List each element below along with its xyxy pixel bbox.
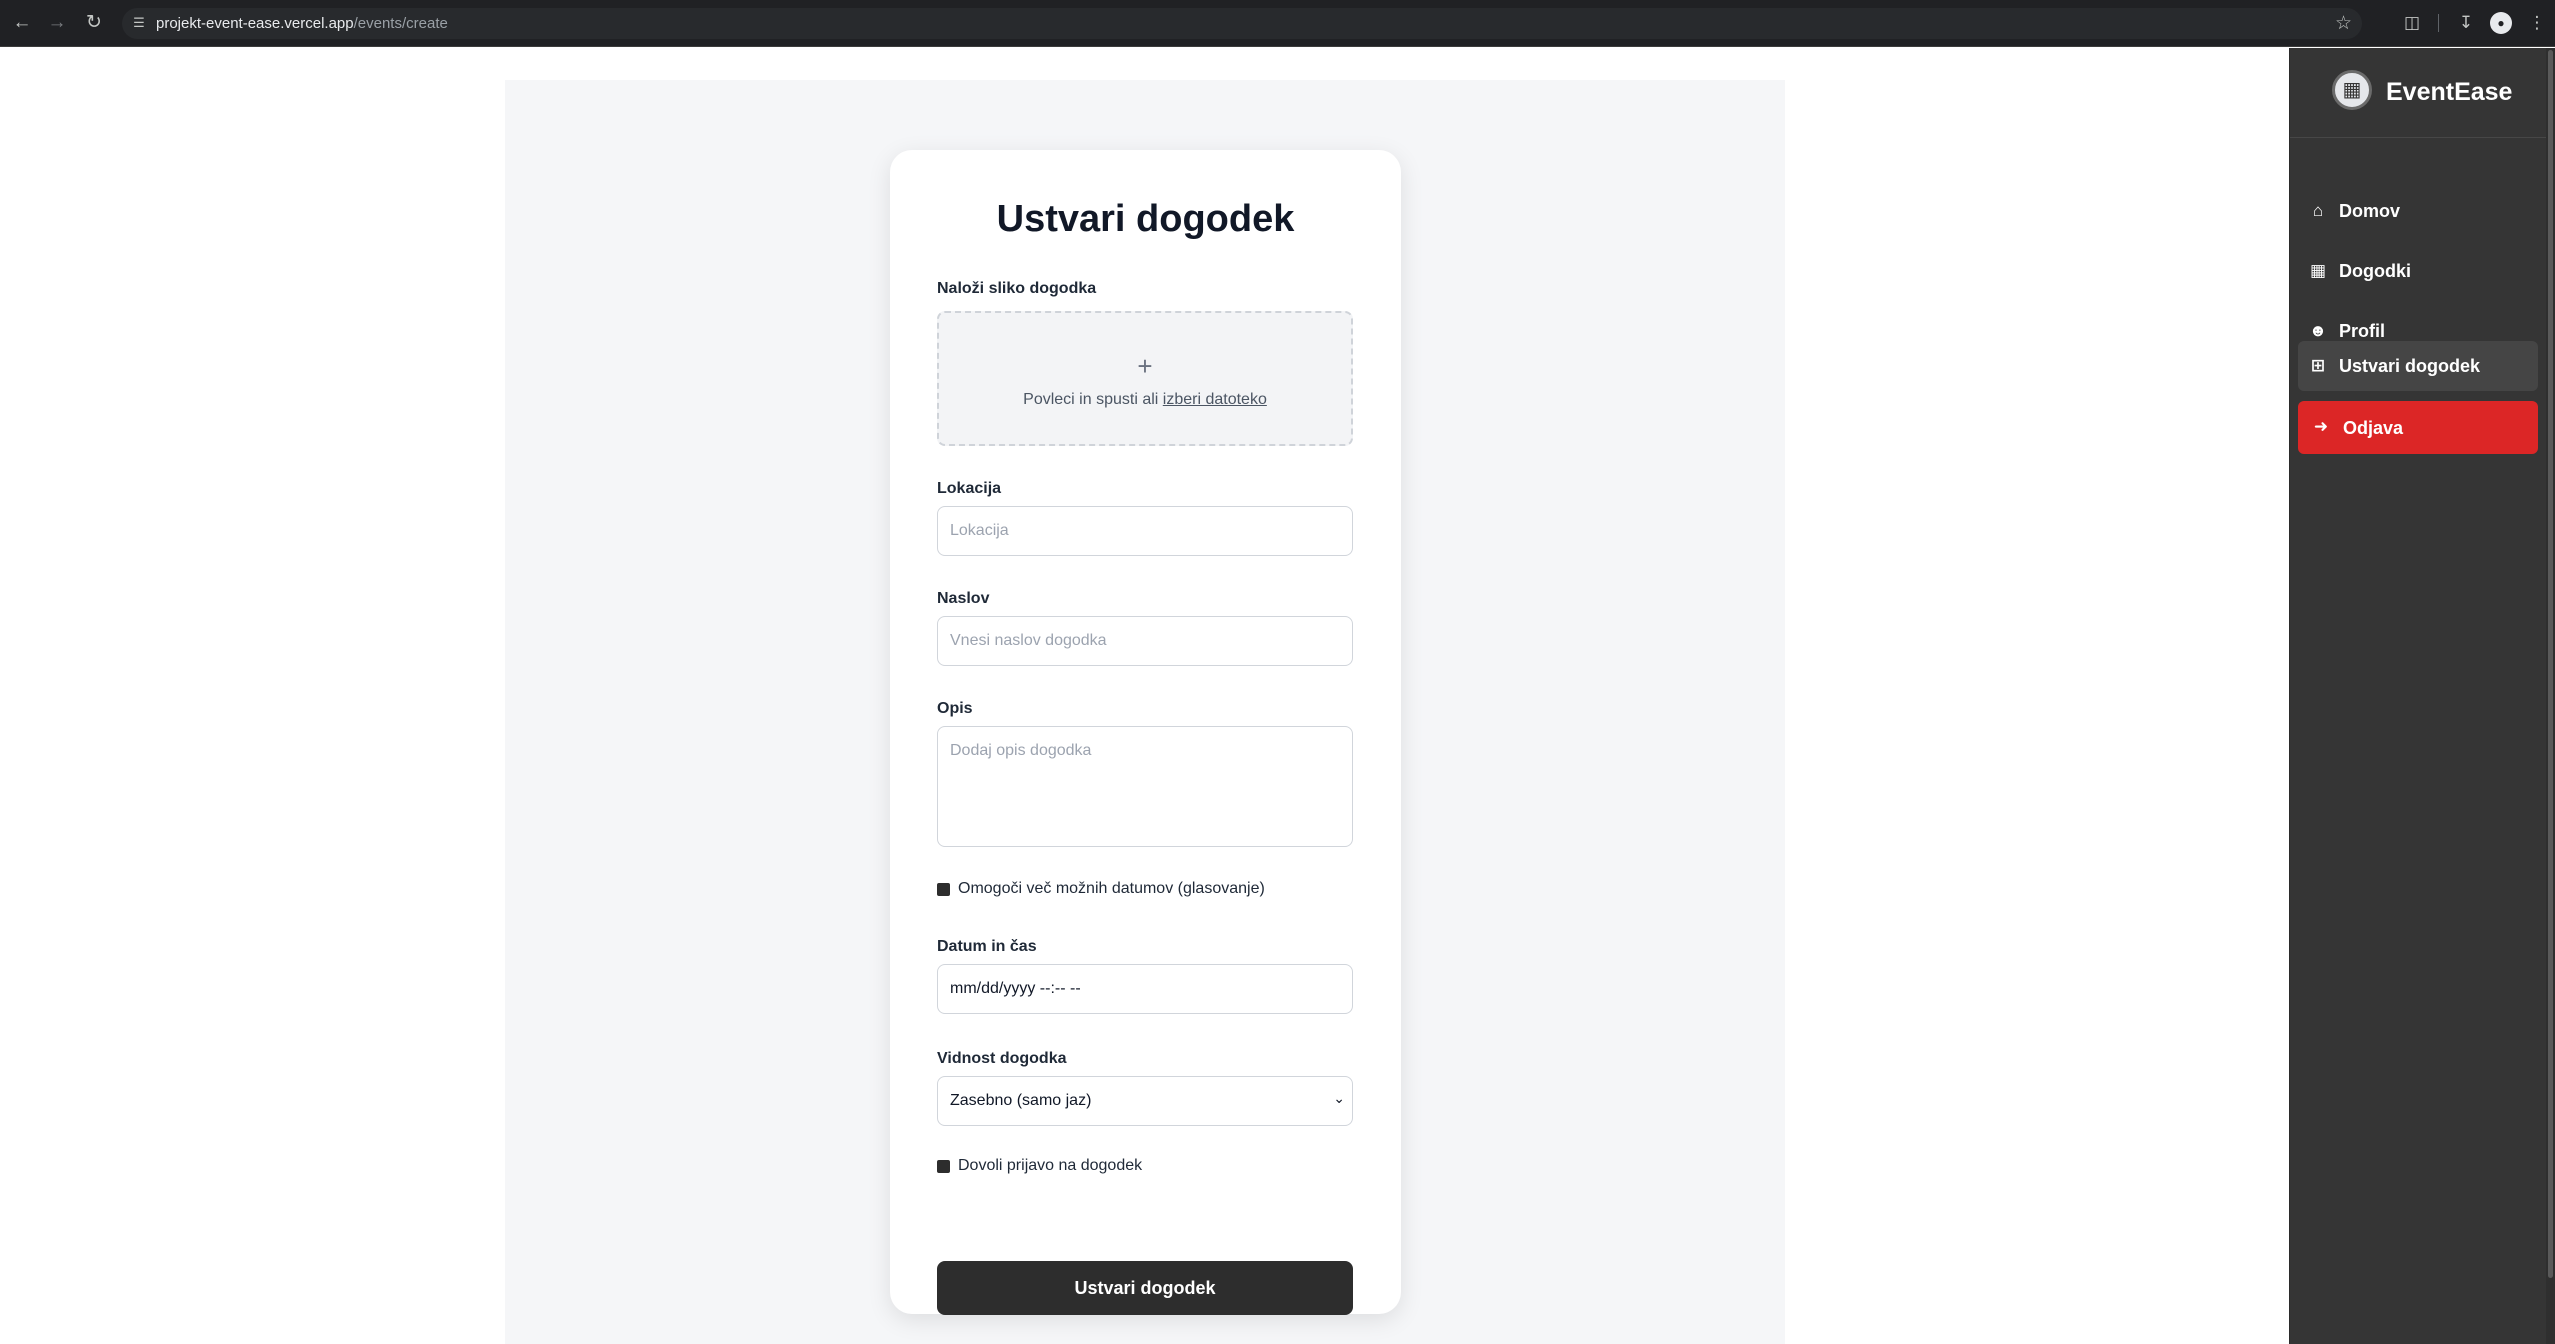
logout-icon: ➜ [2313,417,2329,436]
sidebar-item-label: Domov [2339,201,2401,221]
user-icon: ☻ [2309,321,2327,340]
dropzone-text: Povleci in spusti ali izberi datoteko [939,391,1351,409]
plus-icon: + [1137,351,1153,381]
sidebar-item-label: Ustvari dogodek [2339,356,2481,376]
image-upload-label: Naloži sliko dogodka [937,280,1097,297]
sidebar-item-create-event[interactable]: ⊞ Ustvari dogodek [2298,341,2538,391]
sidebar-item-label: Profil [2339,321,2386,341]
reload-icon[interactable]: ↻ [82,11,106,35]
image-dropzone[interactable]: + Povleci in spusti ali izberi datoteko [937,311,1353,446]
dropzone-instructions: Povleci in spusti ali [1023,391,1159,408]
title-input[interactable] [937,616,1353,666]
datetime-input[interactable]: mm/dd/yyyy --:-- -- [937,964,1353,1014]
datetime-label: Datum in čas [937,938,1037,955]
choose-file-link[interactable]: izberi datoteko [1163,391,1267,408]
visibility-label: Vidnost dogodka [937,1050,1067,1067]
site-settings-icon[interactable]: ☰ [130,14,148,32]
page-area: Ustvari dogodek Naloži sliko dogodka + P… [0,48,2289,1344]
bookmark-star-icon[interactable]: ☆ [2335,12,2352,35]
logout-label: Odjava [2343,418,2404,438]
create-event-button[interactable]: Ustvari dogodek [937,1261,1353,1315]
logout-button[interactable]: ➜ Odjava [2298,401,2538,454]
sidebar-item-home[interactable]: ⌂ Domov [2298,186,2538,236]
more-menu-icon[interactable]: ⋮ [2525,11,2549,35]
url-host: projekt-event-ease.vercel.app [156,15,354,32]
visibility-select-wrapper[interactable]: Zasebno (samo jaz) ⌄ [937,1076,1353,1126]
home-icon: ⌂ [2312,201,2324,220]
description-label: Opis [937,700,973,717]
location-input[interactable] [937,506,1353,556]
sidebar-item-events[interactable]: ▦ Dogodki [2298,246,2538,296]
brand-name: EventEase [2386,78,2513,106]
page-scrollbar[interactable] [2546,48,2555,1344]
url-text[interactable]: projekt-event-ease.vercel.app/events/cre… [156,15,448,32]
create-event-card: Ustvari dogodek Naloži sliko dogodka + P… [890,150,1401,1315]
calendar-icon: ▦ [2309,261,2327,280]
multi-dates-label: Omogoči več možnih datumov (glasovanje) [958,880,1265,897]
page-title: Ustvari dogodek [996,198,1295,240]
visibility-select[interactable]: Zasebno (samo jaz) [937,1076,1353,1126]
extensions-icon[interactable]: ◫ [2400,11,2424,35]
profile-avatar-icon[interactable]: ● [2490,12,2512,34]
browser-toolbar: ← → ↻ ☰ projekt-event-ease.vercel.app/ev… [0,0,2555,47]
toolbar-divider [2438,14,2439,32]
scrollbar-thumb[interactable] [2548,50,2553,1278]
multi-dates-checkbox[interactable] [937,882,950,896]
plus-square-icon: ⊞ [2310,356,2326,375]
allow-signup-label: Dovoli prijavo na dogodek [958,1157,1143,1174]
description-textarea[interactable] [937,726,1353,847]
sidebar-item-label: Dogodki [2339,261,2411,281]
back-arrow-icon[interactable]: ← [10,11,34,35]
allow-signup-checkbox[interactable] [937,1159,950,1173]
brand-header: ▦ EventEase [2290,48,2547,138]
url-path: /events/create [353,15,448,32]
calendar-logo-icon: ▦ [2332,70,2372,110]
title-label: Naslov [937,590,990,607]
sidebar: ▦ EventEase ⌂ Domov ▦ Dogodki ☻ Profil ⊞… [2289,48,2547,1344]
download-icon[interactable]: ↧ [2454,11,2478,35]
address-bar[interactable]: ☰ projekt-event-ease.vercel.app/events/c… [122,8,2362,39]
forward-arrow-icon[interactable]: → [45,11,69,35]
multi-dates-option[interactable]: Omogoči več možnih datumov (glasovanje) [937,880,1265,898]
location-label: Lokacija [937,480,1002,497]
allow-signup-option[interactable]: Dovoli prijavo na dogodek [937,1157,1142,1175]
